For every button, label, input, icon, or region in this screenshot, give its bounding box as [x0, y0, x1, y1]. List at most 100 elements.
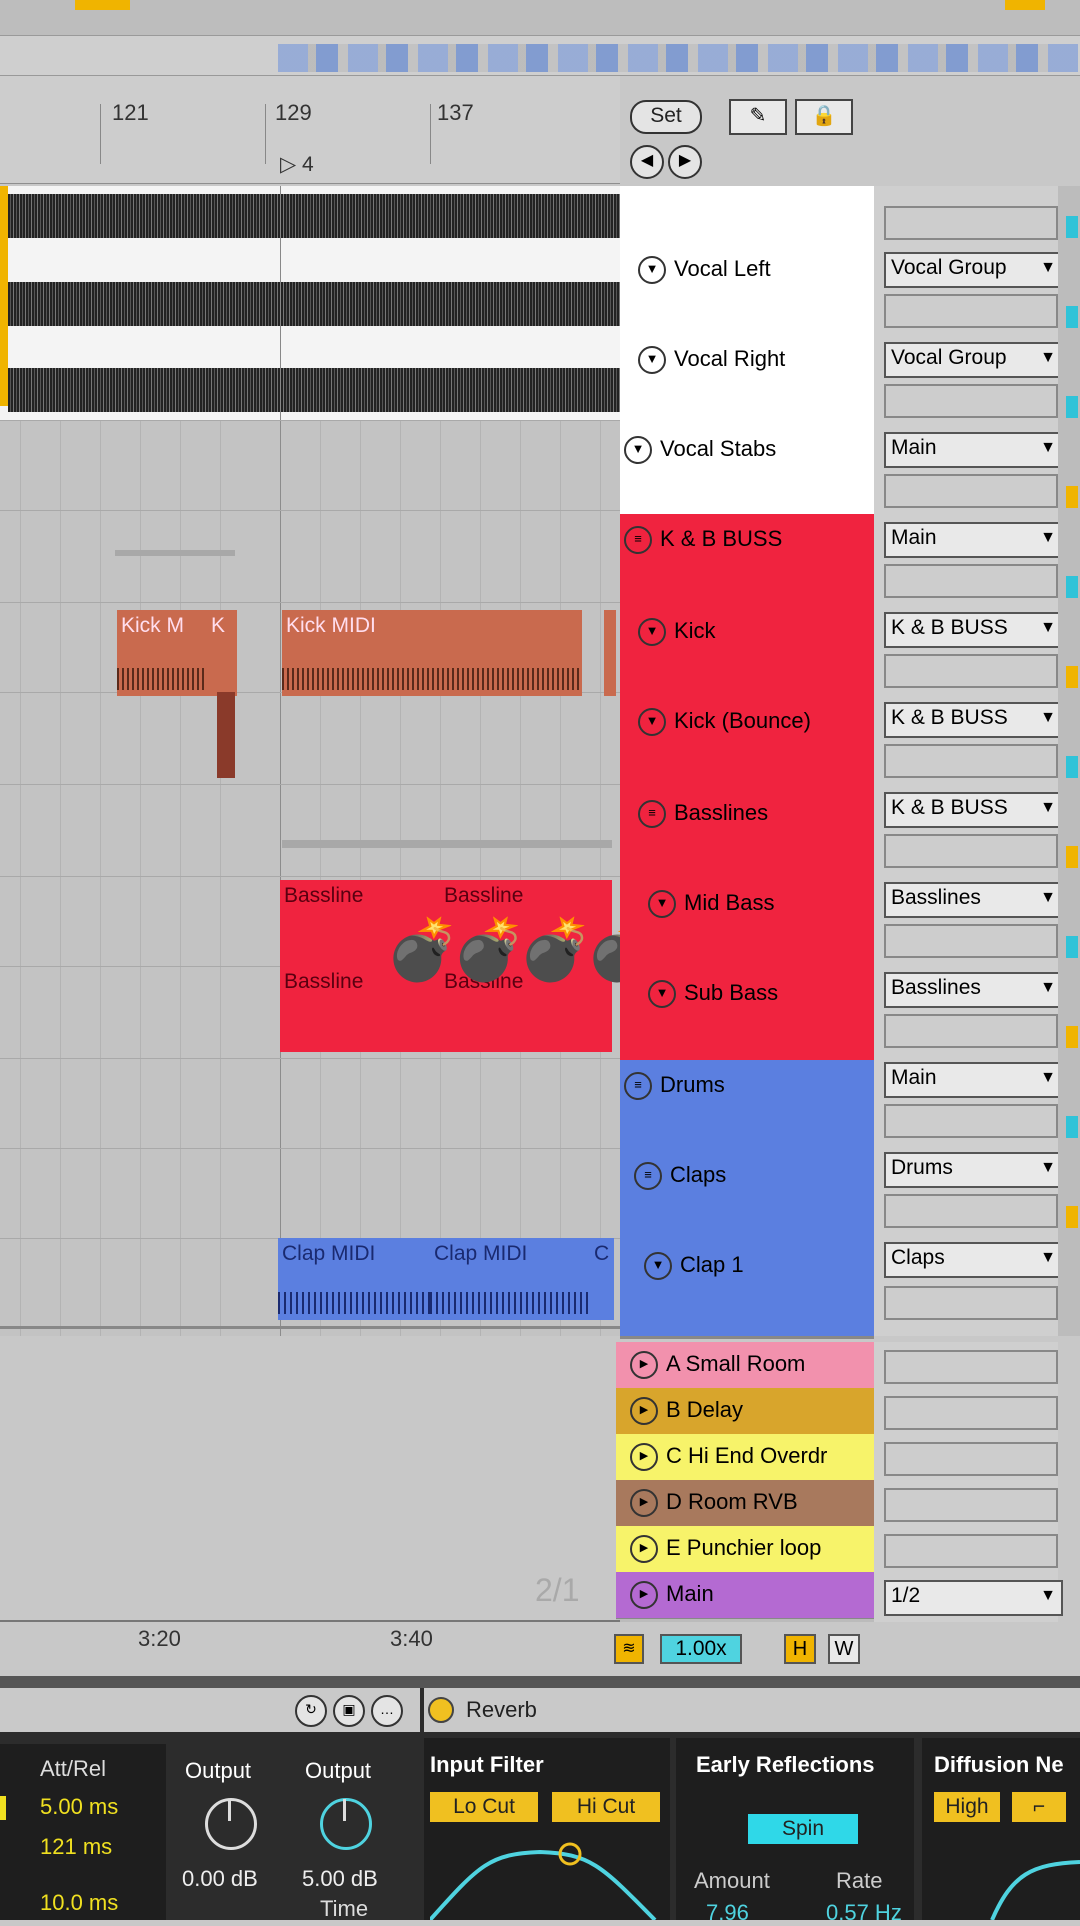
- output2-knob[interactable]: [320, 1798, 372, 1850]
- routing-slot[interactable]: [884, 744, 1058, 778]
- lock-icon[interactable]: 🔒: [795, 99, 853, 135]
- return-track[interactable]: ▶ D Room RVB: [616, 1480, 884, 1527]
- fold-icon[interactable]: ▼: [648, 890, 676, 919]
- lane-kick[interactable]: Kick M K Kick MIDI: [0, 602, 620, 696]
- audio-lanes[interactable]: [0, 186, 620, 421]
- amount-value[interactable]: 7.96: [706, 1900, 749, 1926]
- fold-icon[interactable]: ▼: [644, 1252, 672, 1281]
- save-icon[interactable]: ▣: [333, 1695, 365, 1727]
- routing-slot[interactable]: [884, 294, 1058, 328]
- output-routing-select[interactable]: Claps ▼: [884, 1242, 1063, 1278]
- clip-clap-3[interactable]: C: [590, 1238, 614, 1320]
- audio-waveform[interactable]: [8, 368, 620, 412]
- track-header[interactable]: ≡ Basslines: [620, 788, 874, 880]
- main-track[interactable]: ▶ Main: [616, 1572, 884, 1619]
- track-header[interactable]: ▼ Clap 1: [620, 1240, 874, 1339]
- output-routing-select[interactable]: K & B BUSS ▼: [884, 792, 1063, 828]
- activator[interactable]: [1066, 936, 1078, 958]
- output-routing-select[interactable]: Drums ▼: [884, 1152, 1063, 1188]
- lane-clap-1[interactable]: Clap MIDI Clap MIDI C: [0, 1238, 620, 1329]
- lane-claps[interactable]: [0, 1148, 620, 1239]
- activator[interactable]: [1066, 216, 1078, 238]
- spin-button[interactable]: Spin: [748, 1814, 858, 1844]
- activator[interactable]: [1066, 576, 1078, 598]
- activator[interactable]: [1066, 666, 1078, 688]
- lo-cut-button[interactable]: Lo Cut: [430, 1792, 538, 1822]
- filter-curve[interactable]: [430, 1834, 664, 1920]
- activator[interactable]: [1066, 1026, 1078, 1048]
- output-routing-select[interactable]: Vocal Group ▼: [884, 252, 1063, 288]
- loop-marker[interactable]: ▷ 4: [280, 152, 314, 177]
- routing-slot[interactable]: [884, 654, 1058, 688]
- audio-waveform[interactable]: [8, 194, 620, 238]
- shelf-icon[interactable]: ⌐: [1012, 1792, 1066, 1822]
- track-header[interactable]: ▼ Kick (Bounce): [620, 696, 874, 790]
- lane-kb-buss[interactable]: [0, 510, 620, 603]
- bar-ruler[interactable]: 121 129 137 ▷ 4: [0, 76, 620, 184]
- diffusion-curve[interactable]: [922, 1834, 1080, 1920]
- activator[interactable]: [1066, 1206, 1078, 1228]
- hi-cut-button[interactable]: Hi Cut: [552, 1792, 660, 1822]
- track-header[interactable]: ▼ Vocal Right: [620, 334, 874, 426]
- routing-slot[interactable]: [884, 1488, 1058, 1522]
- group-fold-icon[interactable]: ≡: [624, 526, 652, 555]
- clip-clap-2[interactable]: Clap MIDI: [430, 1238, 591, 1320]
- output-routing-select[interactable]: Main ▼: [884, 522, 1063, 558]
- routing-slot[interactable]: [884, 1104, 1058, 1138]
- return-track[interactable]: ▶ E Punchier loop: [616, 1526, 884, 1573]
- output-routing-select[interactable]: K & B BUSS ▼: [884, 612, 1063, 648]
- device-on-icon[interactable]: [428, 1697, 454, 1723]
- track-header[interactable]: [620, 186, 874, 246]
- routing-slot[interactable]: [884, 1014, 1058, 1048]
- prev-locator-icon[interactable]: ◀: [630, 145, 664, 179]
- activator[interactable]: [1066, 1116, 1078, 1138]
- pencil-icon[interactable]: ✎: [729, 99, 787, 135]
- group-fold-icon[interactable]: ≡: [624, 1072, 652, 1101]
- play-icon[interactable]: ▶: [630, 1443, 658, 1472]
- routing-slot[interactable]: [884, 206, 1058, 240]
- output-routing-select[interactable]: Main ▼: [884, 1062, 1063, 1098]
- routing-slot[interactable]: [884, 1194, 1058, 1228]
- activator[interactable]: [1066, 306, 1078, 328]
- clip-kick-a[interactable]: Kick M: [117, 610, 207, 696]
- routing-slot[interactable]: [884, 1442, 1058, 1476]
- routing-slot[interactable]: [884, 1350, 1058, 1384]
- clip-clap-1[interactable]: Clap MIDI: [278, 1238, 431, 1320]
- track-header[interactable]: ≡ K & B BUSS: [620, 514, 874, 608]
- lane-drums[interactable]: [0, 1058, 620, 1149]
- track-header[interactable]: ≡ Drums: [620, 1060, 874, 1152]
- lane-vocal-stabs[interactable]: [0, 420, 620, 511]
- arrangement-overview[interactable]: [0, 36, 1080, 76]
- third-value[interactable]: 10.0 ms: [40, 1890, 118, 1916]
- routing-slot[interactable]: [884, 1286, 1058, 1320]
- fold-icon[interactable]: ▼: [638, 256, 666, 285]
- activator[interactable]: [1066, 396, 1078, 418]
- routing-slot[interactable]: [884, 384, 1058, 418]
- audio-waveform[interactable]: [8, 282, 620, 326]
- routing-slot[interactable]: [884, 1396, 1058, 1430]
- activator[interactable]: [1066, 756, 1078, 778]
- track-header[interactable]: ▼ Sub Bass: [620, 968, 874, 1062]
- more-icon[interactable]: …: [371, 1695, 403, 1727]
- play-icon[interactable]: ▶: [630, 1489, 658, 1518]
- w-toggle[interactable]: W: [828, 1634, 860, 1664]
- play-icon[interactable]: ▶: [630, 1581, 658, 1610]
- output-routing-select[interactable]: Basslines ▼: [884, 972, 1063, 1008]
- output-routing-select[interactable]: Main ▼: [884, 432, 1063, 468]
- rel-value[interactable]: 121 ms: [40, 1834, 112, 1860]
- track-header[interactable]: ▼ Kick: [620, 606, 874, 698]
- output-routing-select[interactable]: Basslines ▼: [884, 882, 1063, 918]
- track-header[interactable]: ▼ Vocal Left: [620, 244, 874, 336]
- lane-basslines[interactable]: [0, 784, 620, 877]
- set-button[interactable]: Set: [630, 100, 702, 134]
- lane-kick-bounce[interactable]: [0, 692, 620, 785]
- clip-bounce[interactable]: [217, 692, 235, 778]
- clip-kick-b[interactable]: K: [207, 610, 237, 696]
- time-ruler[interactable]: 3:20 3:40: [0, 1620, 620, 1668]
- return-track[interactable]: ▶ B Delay: [616, 1388, 884, 1435]
- main-output-select[interactable]: 1/2 ▼: [884, 1580, 1063, 1616]
- routing-slot[interactable]: [884, 474, 1058, 508]
- activator[interactable]: [1066, 846, 1078, 868]
- h-toggle[interactable]: H: [784, 1634, 816, 1664]
- track-header[interactable]: ▼ Mid Bass: [620, 878, 874, 970]
